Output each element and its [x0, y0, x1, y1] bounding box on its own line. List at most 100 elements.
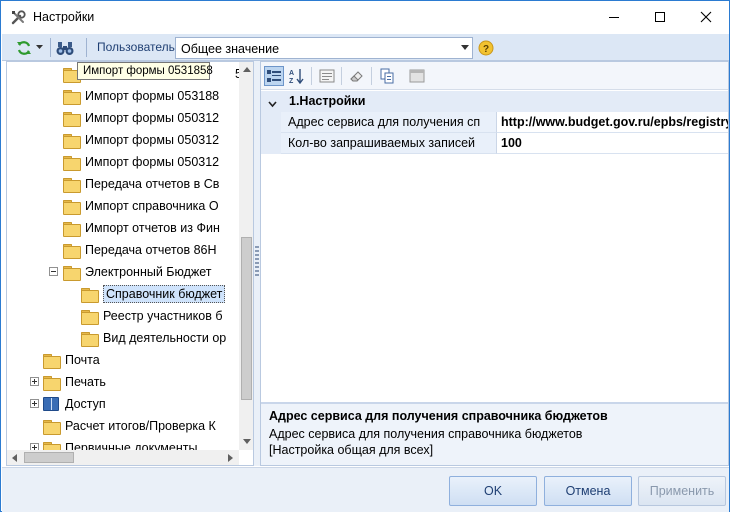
tree-item-label: Печать: [65, 375, 106, 389]
folder-icon: [43, 419, 61, 435]
expand-toggle[interactable]: [30, 443, 39, 450]
apply-button[interactable]: Применить: [638, 476, 726, 506]
tree-item-label: Электронный Бюджет: [85, 265, 212, 279]
splitter-grip-icon[interactable]: [255, 246, 259, 278]
tree-item-access[interactable]: Доступ: [43, 394, 106, 414]
row-gutter: [261, 133, 281, 154]
window-panel-icon[interactable]: [407, 66, 427, 86]
tree-item[interactable]: Импорт формы 050312: [63, 108, 219, 128]
property-row[interactable]: Кол-во запрашиваемых записей 100: [261, 133, 728, 154]
expand-toggle[interactable]: [30, 399, 39, 408]
svg-text:?: ?: [483, 44, 489, 55]
copy-icon[interactable]: [377, 66, 397, 86]
minimize-button[interactable]: [591, 1, 637, 33]
folder-icon: [63, 243, 81, 259]
binoculars-icon[interactable]: [56, 37, 74, 58]
svg-text:A: A: [289, 70, 294, 77]
tree-item-print[interactable]: Печать: [43, 372, 106, 392]
tree-horizontal-scrollbar[interactable]: [7, 450, 239, 465]
property-name: Адрес сервиса для получения сп: [281, 112, 497, 133]
book-icon: [43, 397, 59, 411]
user-label: Пользователь: [97, 40, 175, 54]
folder-icon: [63, 221, 81, 237]
maximize-button[interactable]: [637, 1, 683, 33]
categorized-view-icon[interactable]: [264, 66, 284, 86]
scope-select[interactable]: Общее значение: [175, 37, 473, 59]
tree-item-label: Справочник бюджет: [103, 285, 226, 303]
folder-icon: [63, 199, 81, 215]
row-gutter: [261, 112, 281, 133]
dialog-button-bar: OK Отмена Применить: [2, 467, 729, 512]
settings-window: Настройки Пользователь Общее значение ? …: [0, 0, 730, 512]
tree-item-label: Импорт формы 050312: [85, 155, 220, 169]
scrollbar-thumb[interactable]: [241, 237, 252, 400]
description-scope: [Настройка общая для всех]: [269, 443, 434, 457]
tree-vertical-scrollbar[interactable]: [239, 62, 253, 450]
scroll-down-arrow-icon[interactable]: [243, 439, 251, 444]
refresh-dropdown-chevron-icon[interactable]: [36, 37, 44, 58]
toolbar-separator: [311, 67, 312, 85]
chevron-down-icon[interactable]: [461, 45, 469, 50]
window-title: Настройки: [33, 10, 95, 24]
description-panel: Адрес сервиса для получения справочника …: [261, 402, 728, 465]
scroll-right-arrow-icon[interactable]: [228, 454, 233, 462]
toolbar-separator: [86, 38, 87, 57]
eraser-icon[interactable]: [347, 66, 367, 86]
tree-item-label: Передача отчетов в Св: [85, 177, 220, 191]
tree-item[interactable]: Первичные документы: [43, 438, 197, 450]
folder-icon: [43, 441, 61, 450]
collapse-toggle[interactable]: [49, 267, 58, 276]
tree-item[interactable]: Импорт формы 053188: [63, 86, 219, 106]
tree-item[interactable]: Расчет итогов/Проверка К: [43, 416, 216, 436]
tree-item[interactable]: Передача отчетов 86Н: [63, 240, 217, 260]
toolbar: Пользователь Общее значение ?: [2, 34, 729, 61]
tree-item[interactable]: Передача отчетов в Св: [63, 174, 219, 194]
tree-item[interactable]: Импорт отчетов из Фин: [63, 218, 220, 238]
tree-item[interactable]: Импорт формы 050312: [63, 130, 219, 150]
tree-item-mail[interactable]: Почта: [43, 350, 100, 370]
property-row[interactable]: Адрес сервиса для получения сп http://ww…: [261, 112, 728, 133]
folder-icon: [43, 375, 61, 391]
tree-item-selected[interactable]: Справочник бюджет: [81, 284, 226, 304]
folder-icon: [43, 353, 61, 369]
property-value-field[interactable]: 100: [497, 133, 728, 154]
folder-icon: [81, 309, 99, 325]
refresh-icon[interactable]: [16, 37, 32, 58]
description-text: Адрес сервиса для получения справочника …: [269, 427, 583, 441]
expand-toggle[interactable]: [30, 377, 39, 386]
tree-item[interactable]: Импорт формы 050312: [63, 152, 219, 172]
scroll-up-arrow-icon[interactable]: [243, 67, 251, 72]
tree-item-label: Импорт справочника О: [85, 199, 219, 213]
sort-alphabetical-icon[interactable]: A Z: [286, 66, 306, 86]
folder-icon: [81, 287, 99, 303]
folder-icon: [63, 265, 81, 281]
close-button[interactable]: [683, 1, 729, 33]
property-grid: A Z 1.Настройки Адрес сервиса для получе…: [260, 61, 729, 466]
scrollbar-thumb[interactable]: [24, 452, 74, 463]
tree-item[interactable]: Импорт справочника О: [63, 196, 219, 216]
chevron-down-icon[interactable]: [268, 97, 277, 111]
folder-icon: [63, 89, 81, 105]
category-row[interactable]: 1.Настройки: [261, 91, 728, 112]
tree-item[interactable]: Реестр участников б: [81, 306, 223, 326]
tree-item-label: Импорт формы 050312: [85, 111, 220, 125]
scope-select-value: Общее значение: [181, 42, 280, 56]
tree-item-label: Импорт отчетов из Фин: [85, 221, 220, 235]
tree-item[interactable]: Вид деятельности ор: [81, 328, 226, 348]
help-icon[interactable]: ?: [478, 37, 494, 58]
tree-item-label: Импорт формы 053188: [85, 89, 220, 103]
property-grid-toolbar: A Z: [261, 62, 728, 90]
toolbar-separator: [371, 67, 372, 85]
tree-item-label: Расчет итогов/Проверка К: [65, 419, 216, 433]
tree-item-electronic-budget[interactable]: Электронный Бюджет: [63, 262, 212, 282]
scroll-left-arrow-icon[interactable]: [12, 454, 17, 462]
tree-item-label: Передача отчетов 86Н: [85, 243, 217, 257]
property-value-field[interactable]: http://www.budget.gov.ru/epbs/registry/: [497, 112, 728, 133]
svg-text:Z: Z: [289, 78, 294, 84]
cancel-button[interactable]: Отмена: [544, 476, 632, 506]
settings-tree[interactable]: 5 Импорт формы 053188 Импорт формы 05031…: [6, 61, 254, 466]
property-pages-icon[interactable]: [317, 66, 337, 86]
tree-item-label: Почта: [65, 353, 100, 367]
toolbar-separator: [341, 67, 342, 85]
ok-button[interactable]: OK: [449, 476, 537, 506]
